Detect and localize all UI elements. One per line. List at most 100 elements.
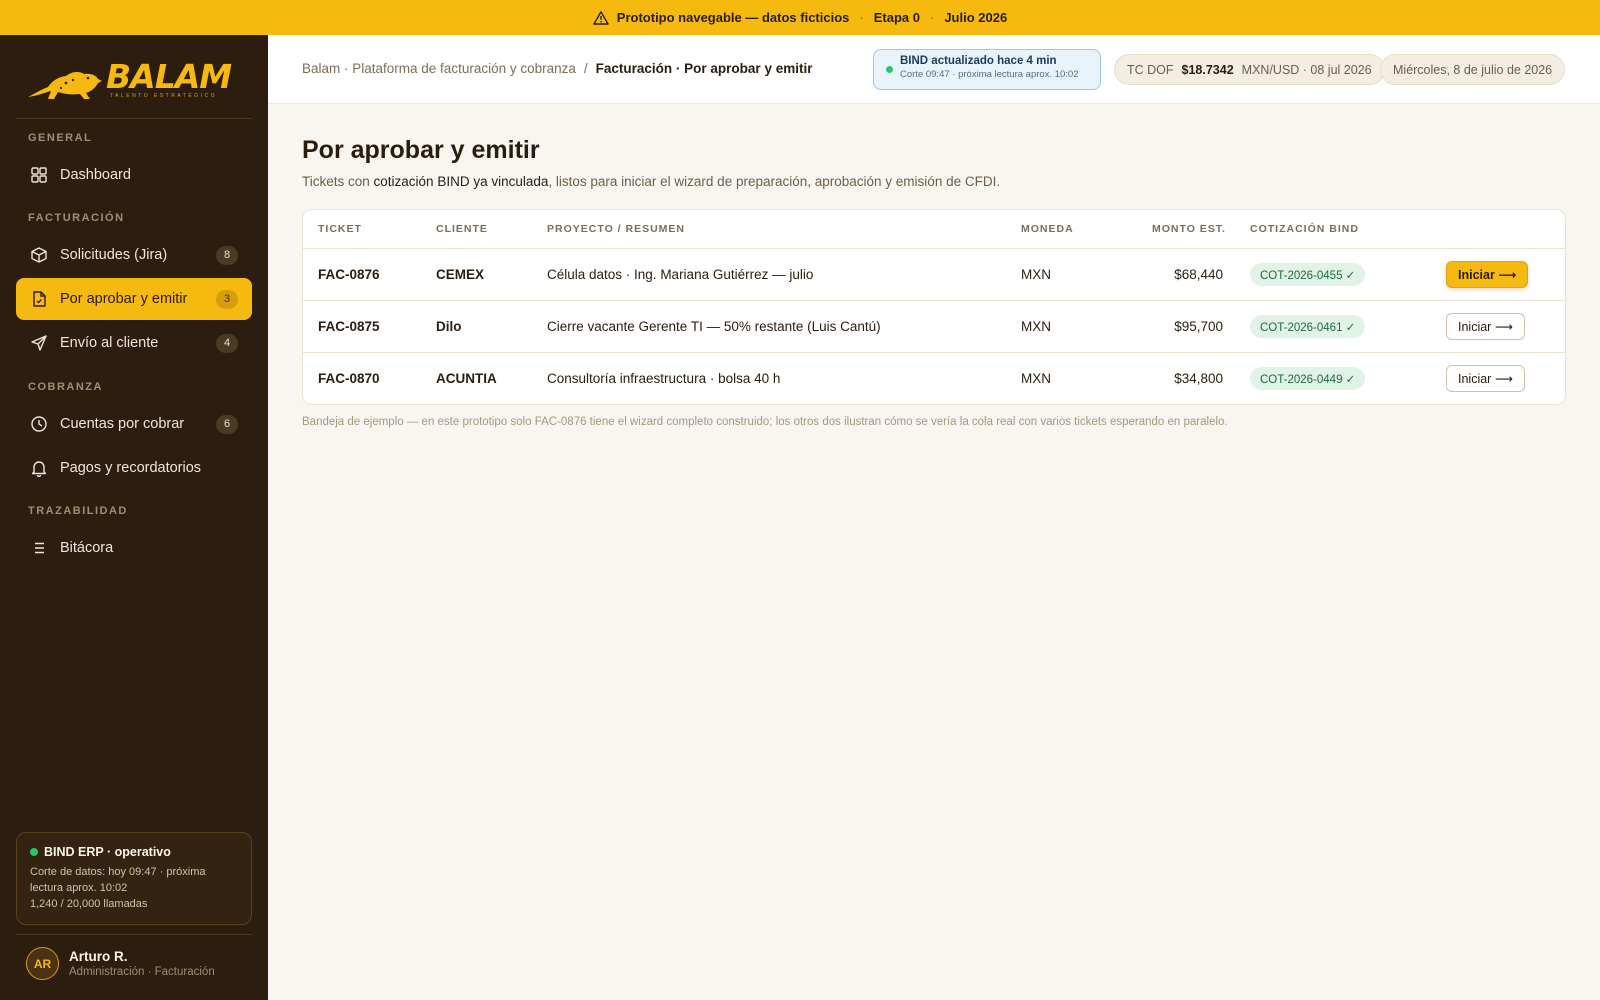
user-name: Arturo R. <box>69 949 128 964</box>
start-wizard-button[interactable]: Iniciar ⟶ <box>1446 261 1529 288</box>
sidebar-item-label: Solicitudes (Jira) <box>60 247 168 263</box>
bind-sync-status: BIND actualizado hace 4 min <box>900 55 1057 67</box>
column-header-proyecto: PROYECTO / RESUMEN <box>547 223 685 235</box>
tickets-table: TICKET CLIENTE PROYECTO / RESUMEN MONEDA… <box>302 209 1566 405</box>
subtitle-text: , listos para iniciar el wizard de prepa… <box>548 174 1001 189</box>
sidebar-item-envio[interactable]: Envío al cliente 4 <box>16 322 252 364</box>
prototype-banner: Prototipo navegable — datos ficticios · … <box>0 0 1600 35</box>
banner-stage: Etapa 0 <box>873 10 920 25</box>
sidebar-item-label: Bitácora <box>60 540 114 556</box>
table-row[interactable]: FAC-0876 CEMEX Célula datos · Ing. Maria… <box>303 249 1565 301</box>
column-header-monto: MONTO EST. <box>1152 223 1226 235</box>
sidebar: BALAM TALENTO ESTRATÉGICO GENERAL Dashbo… <box>0 35 268 1000</box>
sidebar-item-label: Por aprobar y emitir <box>60 291 188 307</box>
project-summary: Cierre vacante Gerente TI — 50% restante… <box>547 319 881 334</box>
table-footnote: Bandeja de ejemplo — en este prototipo s… <box>302 416 1228 428</box>
bind-status-title: BIND ERP · operativo <box>44 845 171 859</box>
client-name: ACUNTIA <box>436 371 497 386</box>
tc-detail: MXN/USD · 08 jul 2026 <box>1241 62 1372 77</box>
avatar: AR <box>26 947 59 980</box>
currency: MXN <box>1021 267 1051 282</box>
logo-tagline: TALENTO ESTRATÉGICO <box>110 93 217 99</box>
count-badge: 3 <box>216 289 238 309</box>
column-header-ticket: TICKET <box>318 223 362 235</box>
banner-text: Prototipo navegable — datos ficticios <box>616 10 850 25</box>
sidebar-item-label: Pagos y recordatorios <box>60 460 202 476</box>
tc-label: TC DOF <box>1127 62 1174 77</box>
section-label-facturacion: FACTURACIÓN <box>28 212 125 224</box>
breadcrumb: Balam · Plataforma de facturación y cobr… <box>302 61 812 76</box>
sidebar-item-cuentas[interactable]: Cuentas por cobrar 6 <box>16 403 252 445</box>
grid-icon <box>30 166 48 184</box>
warning-icon <box>593 10 609 26</box>
subtitle-text: Tickets con <box>302 174 374 189</box>
page-title: Por aprobar y emitir <box>302 136 540 164</box>
bind-status-calls: 1,240 / 20,000 llamadas <box>30 898 148 910</box>
status-dot-icon <box>886 66 893 73</box>
ticket-id: FAC-0870 <box>318 371 380 386</box>
bell-icon <box>30 459 48 477</box>
bind-sync-indicator: BIND actualizado hace 4 min Corte 09:47 … <box>873 49 1101 90</box>
tc-value: $18.7342 <box>1181 62 1234 77</box>
amount: $95,700 <box>1174 319 1223 334</box>
status-dot-icon <box>30 848 38 856</box>
currency: MXN <box>1021 319 1051 334</box>
logo-wordmark: BALAM <box>106 57 232 96</box>
section-label-cobranza: COBRANZA <box>28 381 103 393</box>
amount: $34,800 <box>1174 371 1223 386</box>
banner-separator: · <box>859 10 864 25</box>
sidebar-item-pagos[interactable]: Pagos y recordatorios <box>16 447 252 489</box>
project-summary: Consultoría infraestructura · bolsa 40 h <box>547 371 781 386</box>
client-name: CEMEX <box>436 267 485 282</box>
sidebar-item-solicitudes[interactable]: Solicitudes (Jira) 8 <box>16 234 252 276</box>
banner-separator: · <box>929 10 935 25</box>
quote-badge[interactable]: COT-2026-0449 ✓ <box>1250 367 1366 390</box>
column-header-cotizacion: COTIZACIÓN BIND <box>1250 223 1359 235</box>
sidebar-item-label: Envío al cliente <box>60 335 159 351</box>
breadcrumb-separator: / <box>583 61 588 76</box>
banner-date: Julio 2026 <box>944 10 1008 25</box>
sidebar-item-label: Cuentas por cobrar <box>60 416 185 432</box>
start-wizard-button[interactable]: Iniciar ⟶ <box>1446 365 1525 392</box>
bind-status-card: BIND ERP · operativo Corte de datos: hoy… <box>16 832 252 925</box>
sidebar-divider <box>16 118 252 119</box>
count-badge: 8 <box>216 245 238 265</box>
top-header: Balam · Plataforma de facturación y cobr… <box>268 35 1600 104</box>
user-role: Administración · Facturación <box>69 966 215 978</box>
column-header-moneda: MONEDA <box>1021 223 1074 235</box>
clock-icon <box>30 415 48 433</box>
count-badge: 6 <box>216 414 238 434</box>
project-summary: Célula datos · Ing. Mariana Gutiérrez — … <box>547 267 814 282</box>
subtitle-highlight: cotización BIND ya vinculada <box>373 174 549 189</box>
ticket-id: FAC-0875 <box>318 319 380 334</box>
ticket-id: FAC-0876 <box>318 267 380 282</box>
table-header: TICKET CLIENTE PROYECTO / RESUMEN MONEDA… <box>303 210 1565 249</box>
currency: MXN <box>1021 371 1051 386</box>
quote-badge[interactable]: COT-2026-0461 ✓ <box>1250 315 1366 338</box>
breadcrumb-root[interactable]: Balam · Plataforma de facturación y cobr… <box>302 61 576 76</box>
table-row[interactable]: FAC-0870 ACUNTIA Consultoría infraestruc… <box>303 353 1565 404</box>
section-label-general: GENERAL <box>28 132 93 144</box>
table-row[interactable]: FAC-0875 Dilo Cierre vacante Gerente TI … <box>303 301 1565 353</box>
sidebar-item-dashboard[interactable]: Dashboard <box>16 154 252 196</box>
sidebar-item-label: Dashboard <box>60 167 131 183</box>
quote-badge[interactable]: COT-2026-0455 ✓ <box>1250 263 1366 286</box>
user-profile[interactable]: AR Arturo R. Administración · Facturació… <box>26 947 215 980</box>
exchange-rate-pill: TC DOF $18.7342 MXN/USD · 08 jul 2026 <box>1114 54 1385 85</box>
list-icon <box>30 539 48 557</box>
bind-sync-detail: Corte 09:47 · próxima lectura aprox. 10:… <box>900 69 1079 80</box>
count-badge: 4 <box>216 333 238 353</box>
document-icon <box>30 290 48 308</box>
client-name: Dilo <box>436 319 462 334</box>
column-header-cliente: CLIENTE <box>436 223 488 235</box>
box-icon <box>30 246 48 264</box>
bind-status-desc: Corte de datos: hoy 09:47 · próxima lect… <box>30 866 206 894</box>
sidebar-item-por-aprobar[interactable]: Por aprobar y emitir 3 <box>16 278 252 320</box>
start-wizard-button[interactable]: Iniciar ⟶ <box>1446 313 1525 340</box>
amount: $68,440 <box>1174 267 1223 282</box>
sidebar-item-bitacora[interactable]: Bitácora <box>16 527 252 569</box>
sidebar-divider <box>16 934 252 935</box>
page-subtitle: Tickets con cotización BIND ya vinculada… <box>302 174 1000 189</box>
send-icon <box>30 334 48 352</box>
current-date-pill: Miércoles, 8 de julio de 2026 <box>1380 54 1566 85</box>
